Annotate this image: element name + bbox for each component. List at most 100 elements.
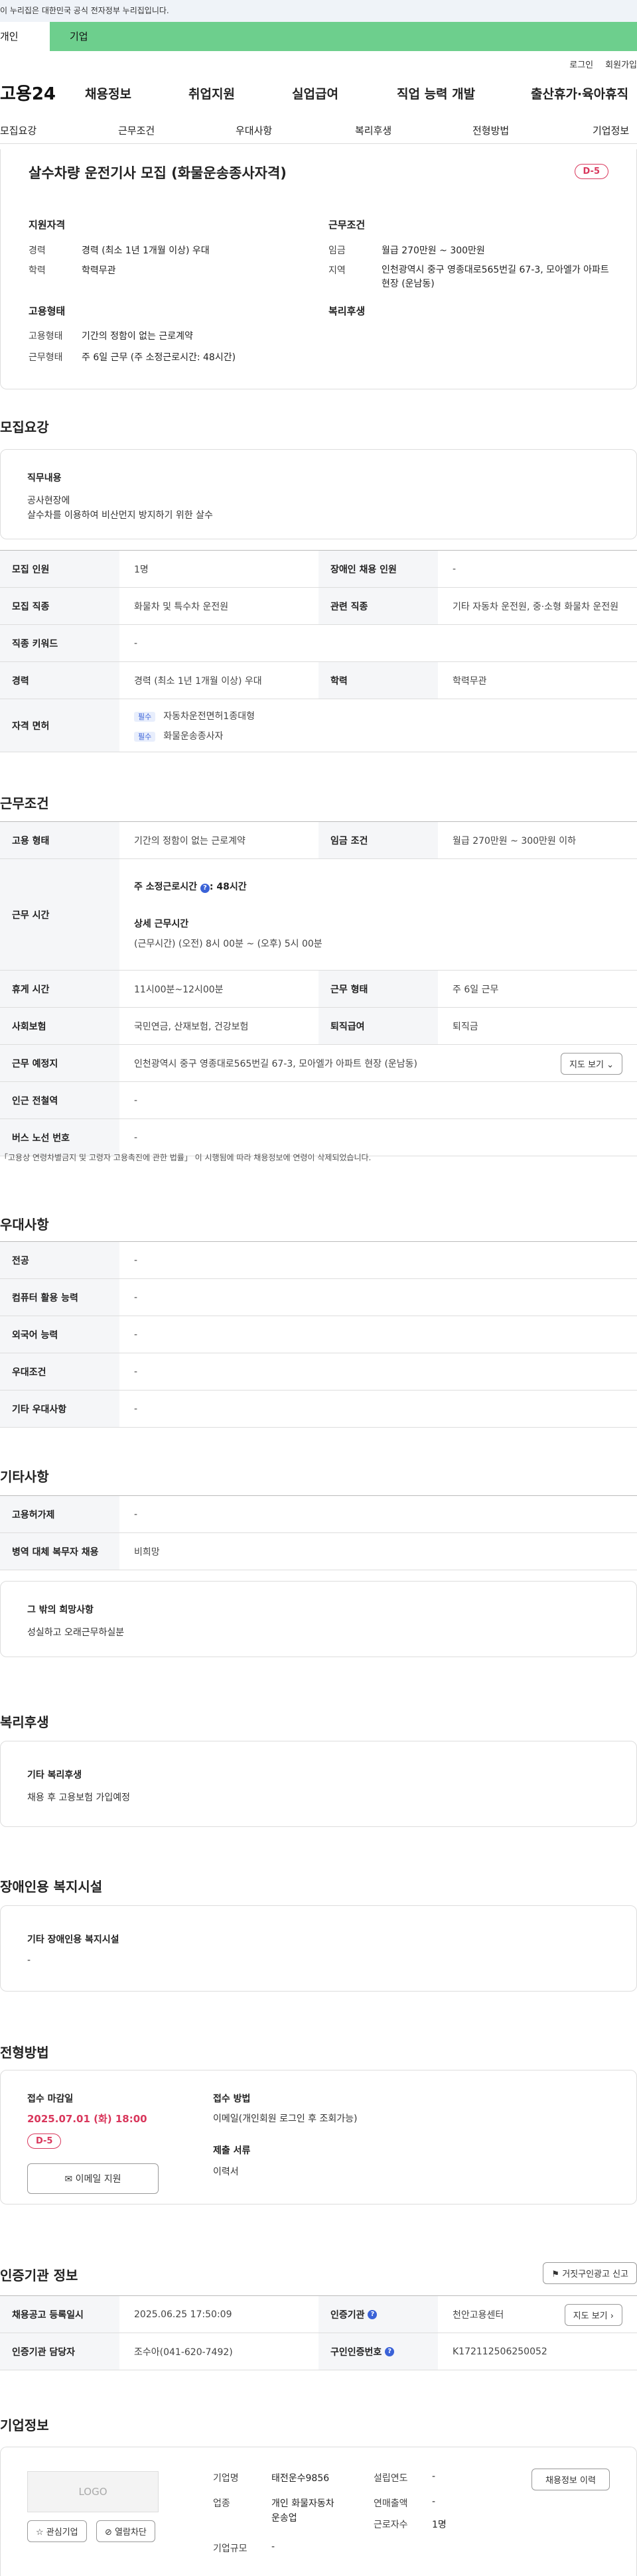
company-name-value: 태전운수9856 [271, 2473, 330, 2484]
row-value: - [134, 1329, 138, 1340]
row-key: 학력 [318, 662, 438, 699]
duty-card: 직무내용 공사현장에 살수차를 이용하여 비산먼지 방지하기 위한 살수 [0, 449, 637, 539]
duty-line-2: 살수차를 이용하여 비산먼지 방지하기 위한 살수 [27, 510, 213, 521]
area-label: 지역 [328, 265, 346, 276]
email-apply-button[interactable]: ✉ 이메일 지원 [27, 2163, 159, 2194]
tab-company[interactable]: 기업 [50, 22, 119, 51]
top-links: 로그인 회원가입 [0, 51, 637, 76]
row-key: 모집 인원 [0, 551, 119, 587]
row-value: 기타 자동차 운전원, 중·소형 화물차 운전원 [453, 601, 619, 612]
block-view-button[interactable]: ⊘ 열람차단 [96, 2520, 155, 2542]
row-value: 화물차 및 특수차 운전원 [134, 601, 229, 612]
company-name-label: 기업명 [213, 2473, 239, 2484]
row-key: 인증기관 ? [318, 2296, 438, 2333]
row-value: 기간의 정함이 없는 근로계약 [134, 835, 246, 847]
row-value: 학력무관 [453, 675, 487, 687]
row-key: 모집 직종 [0, 588, 119, 624]
company-card: LOGO ☆ 관심기업 ⊘ 열람차단 기업명 태전운수9856 업종 개인 화물… [0, 2447, 637, 2576]
career-label: 경력 [29, 245, 46, 256]
favorite-company-button[interactable]: ☆ 관심기업 [27, 2520, 87, 2542]
duty-line-1: 공사현장에 [27, 496, 70, 506]
tab-personal[interactable]: 개인 [0, 22, 50, 51]
work-time-detail: 주 소정근로시간 ?: 48시간 상세 근무시간 (근무시간) (오전) 8시 … [119, 859, 637, 970]
report-false-ad-button[interactable]: ⚑ 거짓구인광고 신고 [543, 2262, 637, 2284]
row-key: 근무 형태 [318, 971, 438, 1007]
company-size-value: - [271, 2542, 275, 2552]
sales-label: 연매출액 [374, 2498, 408, 2509]
section-tab-recruit[interactable]: 모집요강 [0, 123, 36, 137]
table-row: 근무 시간 주 소정근로시간 ?: 48시간 상세 근무시간 (근무시간) (오… [0, 859, 637, 971]
table-row: 컴퓨터 활용 능력 - [0, 1279, 637, 1316]
education-label: 학력 [29, 265, 46, 276]
table-row: 근무 예정지 인천광역시 중구 영종대로565번길 67-3, 모아엘가 아파트… [0, 1045, 637, 1082]
row-key: 관련 직종 [318, 588, 438, 624]
documents-value: 이력서 [213, 2167, 239, 2177]
info-icon[interactable]: ? [200, 883, 210, 893]
row-key: 외국어 능력 [0, 1316, 119, 1353]
recruit-table: 모집 인원 1명 장애인 채용 인원 - 모집 직종 화물차 및 특수차 운전원… [0, 550, 637, 752]
row-key: 근무 시간 [0, 859, 119, 970]
section-tab-selection[interactable]: 전형방법 [472, 123, 509, 137]
row-value: - [134, 1095, 138, 1106]
row-value: 월급 270만원 ~ 300만원 이하 [453, 835, 577, 847]
row-value: 주 6일 근무 [453, 984, 499, 995]
map-button[interactable]: 지도 보기 ⌄ [560, 1053, 622, 1075]
preferences-table: 전공 - 컴퓨터 활용 능력 - 외국어 능력 - 우대조건 - 기타 우대사항 - [0, 1241, 637, 1428]
employment-type-value: 기간의 정함이 없는 근로계약 [82, 331, 193, 342]
company-size-label: 기업규모 [213, 2543, 248, 2554]
row-key: 기타 우대사항 [0, 1390, 119, 1427]
row-key: 컴퓨터 활용 능력 [0, 1279, 119, 1316]
row-key: 사회보험 [0, 1008, 119, 1044]
row-key: 병역 대체 복무자 채용 [0, 1533, 119, 1570]
recruit-section-title: 모집요강 [0, 419, 49, 435]
row-key: 구인인증번호 ? [318, 2333, 438, 2370]
disability-card: 기타 장애인용 복지시설 - [0, 1905, 637, 1992]
section-tab-conditions[interactable]: 근무조건 [118, 123, 155, 137]
table-row: 우대조건 - [0, 1353, 637, 1390]
info-icon[interactable]: ? [368, 2309, 378, 2319]
industry-value: 개인 화물자동차 운송업 [271, 2498, 334, 2524]
row-key: 임금 조건 [318, 822, 438, 858]
row-value: - [134, 1292, 138, 1303]
gnb-employment-support[interactable]: 취업지원 [188, 84, 235, 102]
selection-card: 접수 마감일 2025.07.01 (화) 18:00 D-5 ✉ 이메일 지원… [0, 2070, 637, 2204]
row-value: 조수아(041-620-7492) [134, 2346, 233, 2358]
site-logo[interactable]: 고용24 [0, 80, 86, 105]
license-list: 필수 자동차운전면허1종대형 필수 화물운송종사자 [119, 699, 637, 752]
info-icon[interactable]: ? [385, 2346, 395, 2356]
required-tag: 필수 [134, 731, 156, 742]
founded-label: 설립연도 [374, 2473, 408, 2484]
license-item: 자동차운전면허1종대형 [163, 711, 255, 722]
gnb-unemployment[interactable]: 실업급여 [292, 84, 338, 102]
detail-hours-heading: 상세 근무시간 [134, 918, 189, 929]
gnb-parental-leave[interactable]: 출산휴가·육아휴직 [531, 84, 628, 102]
row-key: 채용공고 등록일시 [0, 2296, 119, 2333]
row-key: 버스 노선 번호 [0, 1119, 119, 1156]
signup-link[interactable]: 회원가입 [605, 58, 637, 70]
selection-section-title: 전형방법 [0, 2045, 49, 2061]
disability-value: - [27, 1955, 31, 1966]
conditions-table: 고용 형태 기간의 정함이 없는 근로계약 임금 조건 월급 270만원 ~ 3… [0, 821, 637, 1156]
employment-heading: 고용형태 [29, 305, 66, 317]
cert-map-button[interactable]: 지도 보기 › [564, 2304, 622, 2326]
gnb-jobs[interactable]: 채용정보 [85, 84, 131, 102]
section-tab-welfare[interactable]: 복리후생 [355, 123, 391, 137]
hiring-history-button[interactable]: 채용정보 이력 [531, 2469, 610, 2490]
table-row: 외국어 능력 - [0, 1316, 637, 1353]
method-value: 이메일(개인회원 로그인 후 조회가능) [213, 2114, 358, 2124]
login-link[interactable]: 로그인 [569, 58, 593, 70]
table-row: 채용공고 등록일시 2025.06.25 17:50:09 인증기관 ? 천안고… [0, 2296, 637, 2333]
section-tab-company[interactable]: 기업정보 [593, 123, 629, 137]
row-value: 1명 [134, 564, 149, 575]
table-row: 인근 전철역 - [0, 1082, 637, 1119]
job-title: 살수차량 운전기사 모집 (화물운송종사자격) [29, 165, 287, 181]
area-value: 인천광역시 중구 영종대로565번길 67-3, 모아엘가 아파트 현장 (운남… [382, 265, 609, 289]
section-tab-preferences[interactable]: 우대사항 [236, 123, 272, 137]
table-row: 고용 형태 기간의 정함이 없는 근로계약 임금 조건 월급 270만원 ~ 3… [0, 822, 637, 859]
other-wishes-value: 성실하고 오래근무하실분 [27, 1627, 125, 1638]
table-row: 병역 대체 복무자 채용 비희망 [0, 1533, 637, 1570]
employment-type-label: 고용형태 [29, 331, 63, 342]
gnb-training[interactable]: 직업 능력 개발 [397, 84, 475, 102]
row-value: - [134, 638, 138, 649]
wage-value: 월급 270만원 ~ 300만원 [382, 245, 485, 256]
